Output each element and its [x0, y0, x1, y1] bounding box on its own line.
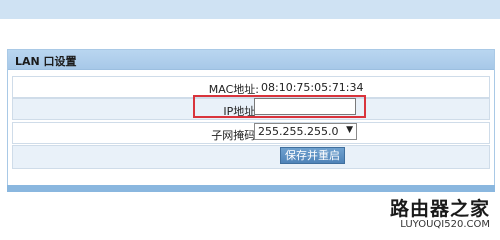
bottom-bar [7, 185, 495, 192]
watermark: 路由器之家 LUYOUQI520.COM [390, 199, 490, 231]
subnet-mask-select[interactable]: 255.255.255.0 ▼ [254, 123, 357, 140]
actions-row [12, 145, 490, 169]
subnet-mask-value: 255.255.255.0 [258, 125, 339, 138]
panel-header: LAN 口设置 [8, 50, 494, 70]
watermark-url: LUYOUQI520.COM [400, 219, 490, 230]
subnet-row: 子网掩码: [12, 122, 490, 144]
watermark-logo: 路由器之家 [389, 198, 490, 220]
dropdown-arrow-icon: ▼ [346, 125, 353, 135]
mac-value: 08:10:75:05:71:34 [261, 81, 364, 94]
panel-title: LAN 口设置 [15, 55, 77, 68]
subnet-label: 子网掩码: [211, 129, 259, 142]
save-and-reboot-button[interactable]: 保存并重启 [280, 147, 345, 164]
ip-address-input[interactable] [254, 98, 356, 115]
lan-settings-panel: LAN 口设置 MAC地址: 08:10:75:05:71:34 IP地址: 子… [7, 49, 495, 189]
top-banner [0, 0, 500, 19]
